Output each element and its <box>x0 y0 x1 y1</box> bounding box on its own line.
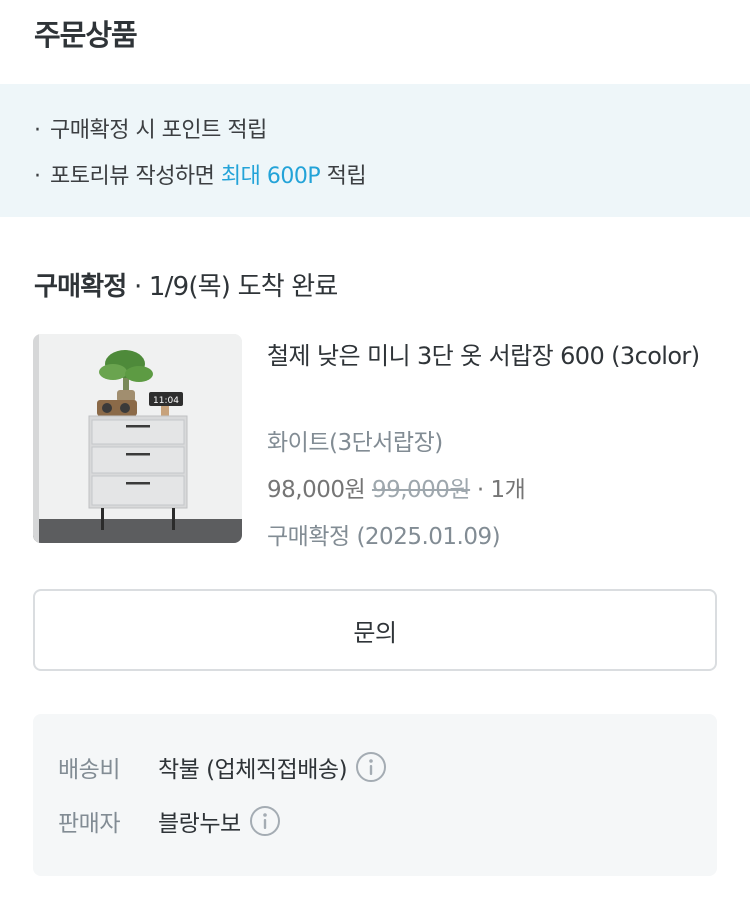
clock-text: 11:04 <box>153 396 179 406</box>
shipping-fee-value: 착불 (업체직접배송) <box>158 757 348 783</box>
shipping-info-box: 배송비 착불 (업체직접배송) 판매자 블랑누보 <box>33 714 717 876</box>
order-product-page: 주문상품 · 구매확정 시 포인트 적립 · 포토리뷰 작성하면 최대 600P 적… <box>0 0 750 913</box>
seller-row: 판매자 블랑누보 <box>58 804 281 838</box>
order-status: 구매확정 · 1/9(목) 도착 완료 <box>34 266 338 303</box>
product-image: 11:04 <box>33 334 242 543</box>
product-status: 구매확정 (2025.01.09) <box>267 524 501 550</box>
status-detail: · 1/9(목) 도착 완료 <box>126 272 338 302</box>
seller-value[interactable]: 블랑누보 <box>158 804 241 838</box>
seller-label: 판매자 <box>58 811 120 837</box>
max-point-highlight: 최대 600P <box>220 164 321 189</box>
bullet: · <box>34 164 41 189</box>
bullet: · <box>34 118 41 143</box>
product-name[interactable]: 철제 낮은 미니 3단 옷 서랍장 600 (3color) <box>267 335 707 378</box>
notice-text: 포토리뷰 작성하면 <box>50 164 221 189</box>
notice-item-photo-review: · 포토리뷰 작성하면 최대 600P 적립 <box>34 158 367 190</box>
status-label: 구매확정 <box>34 272 127 302</box>
product-option: 화이트(3단서랍장) <box>267 430 443 456</box>
notice-text-suffix: 적립 <box>320 164 367 189</box>
product-price-line: 98,000원 99,000원 · 1개 <box>267 470 526 504</box>
notice-item-purchase-confirm: · 구매확정 시 포인트 적립 <box>34 112 267 144</box>
quantity: · 1개 <box>470 477 526 503</box>
info-circle-icon[interactable] <box>249 805 281 837</box>
original-price: 99,000원 <box>371 477 471 503</box>
shipping-fee-label: 배송비 <box>58 757 120 783</box>
point-notice-banner: · 구매확정 시 포인트 적립 · 포토리뷰 작성하면 최대 600P 적립 <box>0 84 750 217</box>
sale-price: 98,000원 <box>267 477 366 503</box>
inquiry-button[interactable]: 문의 <box>33 589 717 671</box>
product-thumbnail[interactable]: 11:04 <box>33 334 242 543</box>
section-title: 주문상품 <box>34 18 138 52</box>
shipping-fee-row: 배송비 착불 (업체직접배송) <box>58 750 387 784</box>
notice-text: 구매확정 시 포인트 적립 <box>50 118 267 143</box>
info-circle-icon[interactable] <box>355 751 387 783</box>
